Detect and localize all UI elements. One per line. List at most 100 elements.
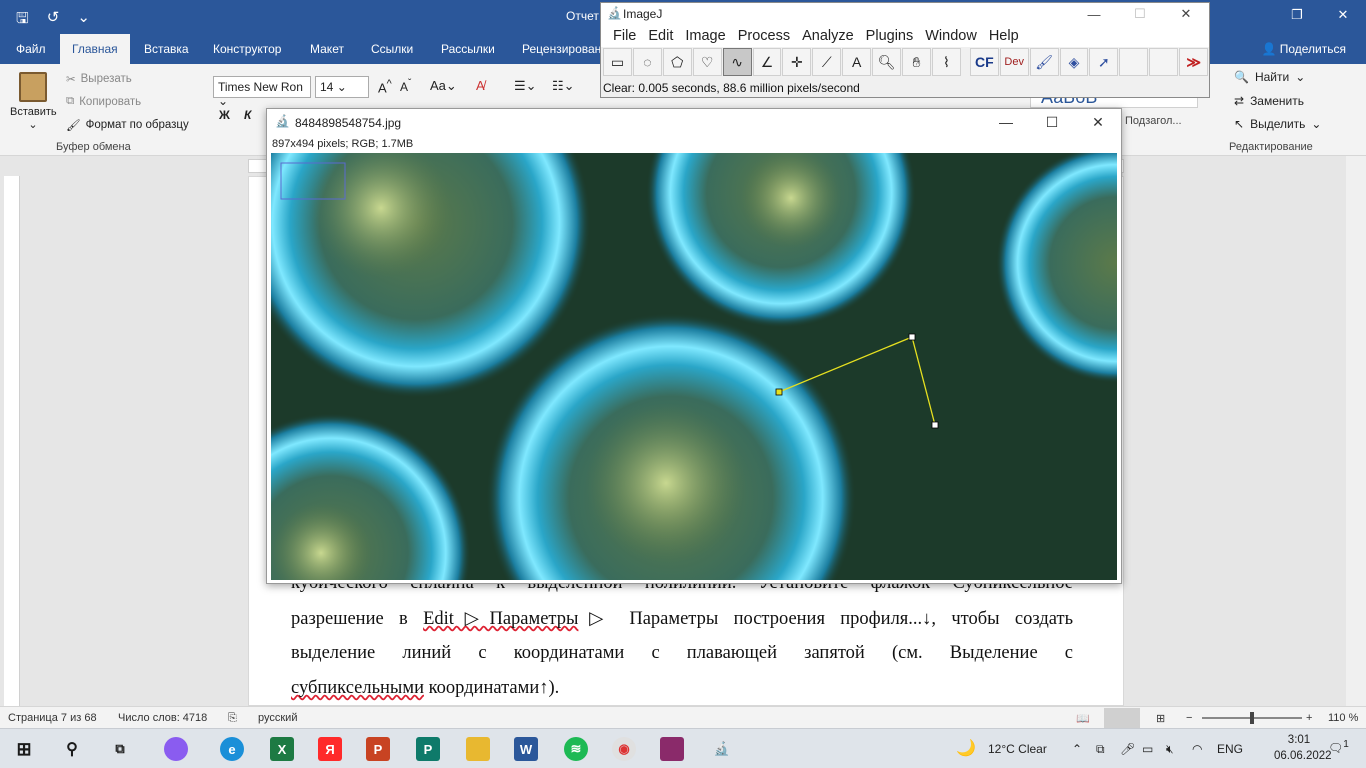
tab-insert[interactable]: Вставка [144,42,189,56]
spotify-icon[interactable]: ≋ [564,737,588,761]
imagej-taskbar-icon[interactable]: 🔬 [710,737,734,761]
wand-icon[interactable]: ⟋ [812,48,842,76]
hand-icon[interactable]: ✋︎ [902,48,931,76]
proofing-icon[interactable]: ⎘ [228,712,237,725]
text-icon[interactable]: A [842,48,872,76]
numbering-icon[interactable]: ☷⌄ [552,78,575,94]
menu-image[interactable]: Image [679,28,731,44]
zoom-in-button[interactable]: + [1306,712,1312,724]
clear-format-icon[interactable]: A̸ [476,78,485,93]
font-size-select[interactable]: 14 ⌄ [315,76,369,98]
winrar-icon[interactable] [660,737,684,761]
cf-icon[interactable]: CF [969,48,999,76]
select-button[interactable]: ↖ Выделить ⌄ [1234,117,1321,131]
save-icon[interactable]: 🖫 [16,8,29,33]
network-icon[interactable]: ⧉ [1096,742,1105,757]
tab-mailings[interactable]: Рассылки [441,42,495,56]
shrink-font-icon[interactable]: Aˇ [400,78,411,94]
polygon-icon[interactable]: ⬠ [662,48,692,76]
bullets-icon[interactable]: ☰⌄ [514,78,537,94]
image-canvas[interactable] [271,153,1117,580]
microphone-icon[interactable]: 🎤︎ [1120,742,1135,756]
paste-button[interactable]: Вставить ⌄ [10,72,57,131]
menu-plugins[interactable]: Plugins [860,28,920,44]
menu-process[interactable]: Process [732,28,796,44]
alice-icon[interactable] [164,737,188,761]
find-button[interactable]: 🔍 Найти ⌄ [1234,70,1305,84]
notifications-icon[interactable]: 🗨1 [1328,739,1349,755]
chevron-up-icon[interactable]: ⌃ [1072,742,1082,756]
close-icon[interactable]: ✕ [1320,0,1366,30]
input-language[interactable]: ENG [1217,742,1243,756]
format-painter-button[interactable]: 🖌 Формат по образцу [66,118,189,132]
cut-button[interactable]: ✂ Вырезать [66,72,132,86]
menu-edit[interactable]: Edit [642,28,679,44]
tab-references[interactable]: Ссылки [371,42,413,56]
weather-text[interactable]: 12°C Clear [988,742,1047,756]
italic-button[interactable]: К [244,108,251,122]
tab-review[interactable]: Рецензирован [522,42,601,56]
zoom-out-button[interactable]: − [1186,712,1192,724]
tab-layout[interactable]: Макет [310,42,344,56]
close-icon[interactable]: ✕ [1163,3,1209,25]
excel-icon[interactable]: X [270,737,294,761]
font-name-select[interactable]: Times New Ron ⌄ [213,76,311,108]
arrow-icon[interactable]: ➚ [1089,48,1119,76]
change-case-icon[interactable]: Aa⌄ [430,78,457,94]
bold-button[interactable]: Ж [219,108,230,122]
dropper-icon[interactable]: ⌇ [931,48,961,76]
brush-icon[interactable]: 🖌︎ [1029,48,1059,76]
replace-button[interactable]: ⇄ Заменить [1234,94,1304,108]
edge-icon[interactable]: e [220,737,244,761]
publisher-icon[interactable]: P [416,737,440,761]
chrome-icon[interactable]: ◉ [612,737,636,761]
magnifier-icon[interactable]: 🔍︎ [872,48,902,76]
webcam-icon[interactable]: ▭ [1142,742,1153,756]
powerpoint-icon[interactable]: P [366,737,390,761]
restore-icon[interactable]: ❐ [1274,0,1320,30]
dev-icon[interactable]: Dev [999,48,1029,76]
menu-analyze[interactable]: Analyze [796,28,860,44]
minimize-icon[interactable]: — [1071,3,1117,25]
flood-icon[interactable]: ◈ [1059,48,1089,76]
customize-qat-icon[interactable]: ⌄ [77,8,90,33]
tab-design[interactable]: Конструктор [213,42,281,56]
task-view-icon[interactable]: ⧉ [108,737,132,761]
maximize-icon[interactable]: ☐ [1117,3,1163,25]
close-icon[interactable]: ✕ [1075,109,1121,135]
weather-icon[interactable]: 🌙 [956,738,976,758]
clock[interactable]: 3:01 06.06.2022 [1274,732,1332,764]
menu-help[interactable]: Help [983,28,1025,44]
maximize-icon[interactable]: ☐ [1029,109,1075,135]
menu-file[interactable]: File [607,28,642,44]
oval-icon[interactable]: ◌ [632,48,662,76]
search-icon[interactable]: ⚲ [60,737,84,761]
blank-tool-1[interactable] [1119,48,1149,76]
tab-home[interactable]: Главная [60,34,130,64]
file-explorer-icon[interactable] [466,737,490,761]
windows-start-icon[interactable]: ⊞ [12,737,36,761]
tab-file[interactable]: Файл [16,42,46,56]
undo-icon[interactable]: ↺ [47,8,60,33]
share-button[interactable]: 👤 Поделиться [1261,42,1346,56]
word-icon[interactable]: W [514,737,538,761]
point-icon[interactable]: ✛ [782,48,812,76]
yandex-icon[interactable]: Я [318,737,342,761]
page-count[interactable]: Страница 7 из 68 [8,712,97,724]
angle-icon[interactable]: ∠ [752,48,782,76]
more-tools-icon[interactable]: ≫ [1179,48,1209,76]
copy-button[interactable]: ⧉ Копировать [66,95,141,108]
read-mode-icon[interactable]: 📖 [1076,712,1090,725]
language-indicator[interactable]: русский [258,712,297,724]
print-layout-icon[interactable] [1104,708,1140,728]
polyline-icon[interactable]: ∿ [722,48,752,76]
grow-font-icon[interactable]: A^ [378,78,392,95]
menu-window[interactable]: Window [919,28,983,44]
rectangle-icon[interactable]: ▭ [603,48,632,76]
blank-tool-2[interactable] [1149,48,1179,76]
minimize-icon[interactable]: — [983,109,1029,135]
wifi-icon[interactable]: ◠ [1192,742,1202,756]
volume-muted-icon[interactable]: 🔇︎ [1166,742,1174,757]
web-layout-icon[interactable]: ⊞ [1156,712,1165,725]
freehand-icon[interactable]: ♡ [692,48,722,76]
